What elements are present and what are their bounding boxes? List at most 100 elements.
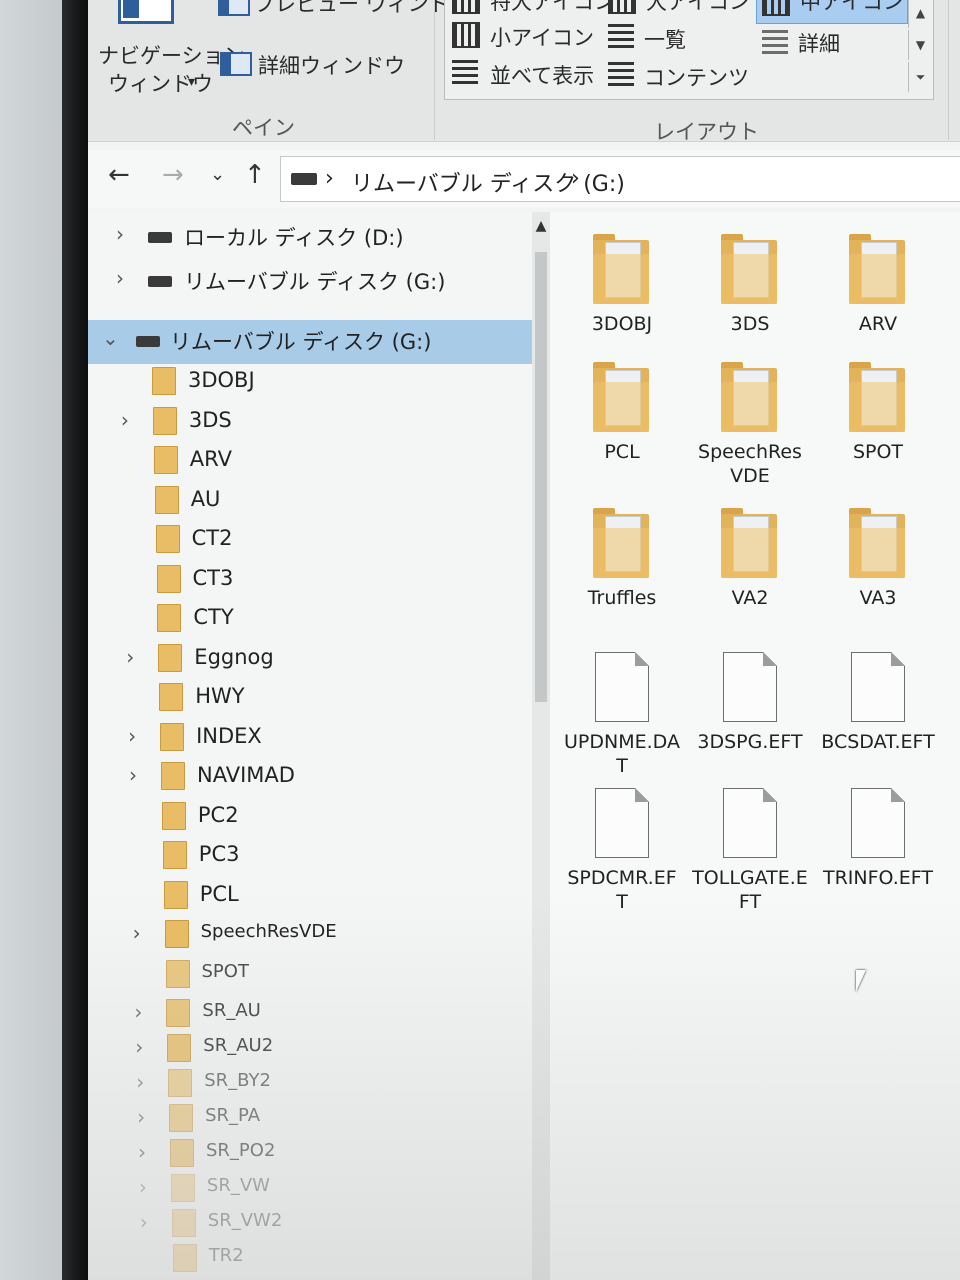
folder-icon xyxy=(153,446,178,474)
gallery-expand-button[interactable]: ⏷ xyxy=(908,62,932,92)
file-item[interactable]: SPDCMR.EFT xyxy=(562,788,682,914)
file-item[interactable]: BCSDAT.EFT xyxy=(818,652,938,754)
nav-folder-item[interactable]: 3DOBJ xyxy=(88,362,550,402)
navigation-pane-button-line2[interactable]: ウィンドウ xyxy=(108,68,213,98)
folder-item[interactable]: Truffles xyxy=(562,508,682,610)
folder-item[interactable]: ARV xyxy=(818,234,938,336)
forward-arrow-icon[interactable]: → xyxy=(162,160,184,190)
tiles-option[interactable]: 並べて表示 xyxy=(490,60,594,90)
recent-locations-chevron-icon[interactable]: ⌄ xyxy=(210,164,225,185)
folder-item[interactable]: 3DOBJ xyxy=(562,234,682,336)
nav-folder-item[interactable]: PCL xyxy=(88,876,550,916)
nav-folder-label: Eggnog xyxy=(194,644,274,669)
list-option[interactable]: 一覧 xyxy=(644,24,686,54)
nav-folder-item[interactable]: › SpeechResVDE xyxy=(88,915,550,955)
nav-folder-item[interactable]: › SR_VW xyxy=(88,1169,550,1209)
preview-window-button[interactable]: プレビュー ウィンドウ xyxy=(254,0,471,18)
scrollbar-thumb[interactable] xyxy=(535,252,547,702)
nav-folder-label: 3DS xyxy=(188,407,232,432)
nav-folder-item[interactable]: › SR_AU2 xyxy=(88,1029,550,1069)
nav-folder-item[interactable]: CT2 xyxy=(88,520,550,560)
gallery-scroll-down-button[interactable]: ▼ xyxy=(908,30,932,60)
preview-window-icon xyxy=(218,0,250,16)
nav-folder-item[interactable]: › SR_BY2 xyxy=(88,1064,550,1104)
nav-folder-item[interactable]: ARV xyxy=(88,441,550,481)
small-icons-option[interactable]: 小アイコン xyxy=(490,22,594,52)
chevron-right-icon[interactable]: › xyxy=(128,724,136,748)
nav-folder-item[interactable]: › 3DS xyxy=(88,402,550,442)
nav-folder-item[interactable]: SPOT xyxy=(88,955,550,995)
chevron-right-icon[interactable]: › xyxy=(135,1035,143,1059)
extra-large-icons-option[interactable]: 特大アイコン xyxy=(490,0,615,16)
folder-icon xyxy=(849,362,907,432)
nav-drive-item[interactable]: › ローカル ディスク (D:) xyxy=(88,216,550,256)
address-box[interactable]: › リムーバブル ディスク (G:) › xyxy=(280,156,960,202)
file-item[interactable]: 3DSPG.EFT xyxy=(690,652,810,754)
chevron-right-icon[interactable]: › xyxy=(126,645,134,669)
content-option[interactable]: コンテンツ xyxy=(644,62,749,92)
folder-icon xyxy=(154,485,179,514)
breadcrumb-trailing-chevron[interactable]: › xyxy=(571,166,580,191)
nav-folder-item[interactable]: PC3 xyxy=(88,836,550,876)
file-icon xyxy=(595,788,649,858)
nav-folder-item[interactable]: › SR_PA xyxy=(88,1099,550,1139)
folder-item[interactable]: 3DS xyxy=(690,234,810,336)
scroll-up-arrow-icon[interactable]: ▲ xyxy=(532,218,550,234)
nav-folder-item[interactable]: CTY xyxy=(88,599,550,639)
chevron-right-icon[interactable]: › xyxy=(136,1070,144,1094)
file-item[interactable]: TOLLGATE.EFT xyxy=(690,788,810,914)
nav-folder-item[interactable]: › SR_VW2 xyxy=(88,1204,550,1244)
chevron-right-icon[interactable]: › xyxy=(137,1105,145,1129)
chevron-right-icon[interactable]: › xyxy=(134,1000,142,1024)
nav-folder-item[interactable]: AU xyxy=(88,481,550,521)
folder-icon xyxy=(172,1244,197,1272)
folder-item[interactable]: SpeechRes VDE xyxy=(690,362,810,488)
nav-drive-item[interactable]: › リムーバブル ディスク (G:) xyxy=(88,260,550,300)
folder-icon xyxy=(849,234,907,304)
chevron-right-icon[interactable]: › xyxy=(116,266,124,290)
nav-folder-label: SR_AU xyxy=(202,1000,261,1021)
file-icon xyxy=(851,788,905,858)
nav-folder-item[interactable]: › Eggnog xyxy=(88,639,550,679)
item-name: VA2 xyxy=(731,587,769,609)
up-arrow-icon[interactable]: ↑ xyxy=(244,160,266,190)
medium-icons-option[interactable]: 中アイコン xyxy=(800,0,904,16)
breadcrumb-separator[interactable]: › xyxy=(325,166,334,191)
nav-folder-item[interactable]: › SR_AU xyxy=(88,994,550,1034)
nav-folder-label: SR_VW2 xyxy=(207,1210,283,1231)
chevron-right-icon[interactable]: › xyxy=(116,222,124,246)
chevron-right-icon[interactable]: › xyxy=(121,408,129,432)
large-icons-option[interactable]: 大アイコン xyxy=(646,0,750,16)
nav-folder-item[interactable]: › NAVIMAD xyxy=(88,757,550,797)
folder-icon xyxy=(161,762,185,790)
chevron-right-icon[interactable]: › xyxy=(140,1210,148,1234)
nav-folder-item[interactable]: HWY xyxy=(88,678,550,718)
chevron-down-icon[interactable]: ⌄ xyxy=(102,326,119,350)
back-arrow-icon[interactable]: ← xyxy=(108,160,130,190)
chevron-right-icon[interactable]: › xyxy=(139,1175,147,1199)
small-icons-icon xyxy=(452,22,480,48)
nav-folder-item[interactable]: TR2 xyxy=(88,1239,550,1279)
details-option[interactable]: 詳細 xyxy=(798,28,840,58)
breadcrumb-location[interactable]: リムーバブル ディスク (G:) xyxy=(351,166,625,198)
chevron-right-icon[interactable]: › xyxy=(129,763,137,787)
details-window-button[interactable]: 詳細ウィンドウ xyxy=(258,50,405,80)
file-item[interactable]: UPDNME.DAT xyxy=(562,652,682,778)
nav-folder-item[interactable]: › INDEX xyxy=(88,718,550,758)
nav-folder-item[interactable]: PC2 xyxy=(88,797,550,837)
navigation-pane-scrollbar[interactable]: ▲ xyxy=(532,212,550,1280)
file-item[interactable]: TRINFO.EFT xyxy=(818,788,938,890)
folder-item[interactable]: VA2 xyxy=(690,508,810,610)
nav-folder-label: SpeechResVDE xyxy=(200,921,337,942)
nav-drive-item[interactable]: ⌄ リムーバブル ディスク (G:) xyxy=(88,320,550,364)
gallery-scroll-up-button[interactable]: ▲ xyxy=(908,0,932,28)
chevron-down-icon[interactable]: ▾ xyxy=(188,74,195,90)
folder-item[interactable]: VA3 xyxy=(818,508,938,610)
folder-icon xyxy=(163,880,188,909)
nav-folder-item[interactable]: CT3 xyxy=(88,560,550,600)
chevron-right-icon[interactable]: › xyxy=(133,921,141,945)
chevron-right-icon[interactable]: › xyxy=(138,1140,146,1164)
folder-item[interactable]: PCL xyxy=(562,362,682,464)
folder-item[interactable]: SPOT xyxy=(818,362,938,464)
nav-folder-item[interactable]: › SR_PO2 xyxy=(88,1134,550,1174)
